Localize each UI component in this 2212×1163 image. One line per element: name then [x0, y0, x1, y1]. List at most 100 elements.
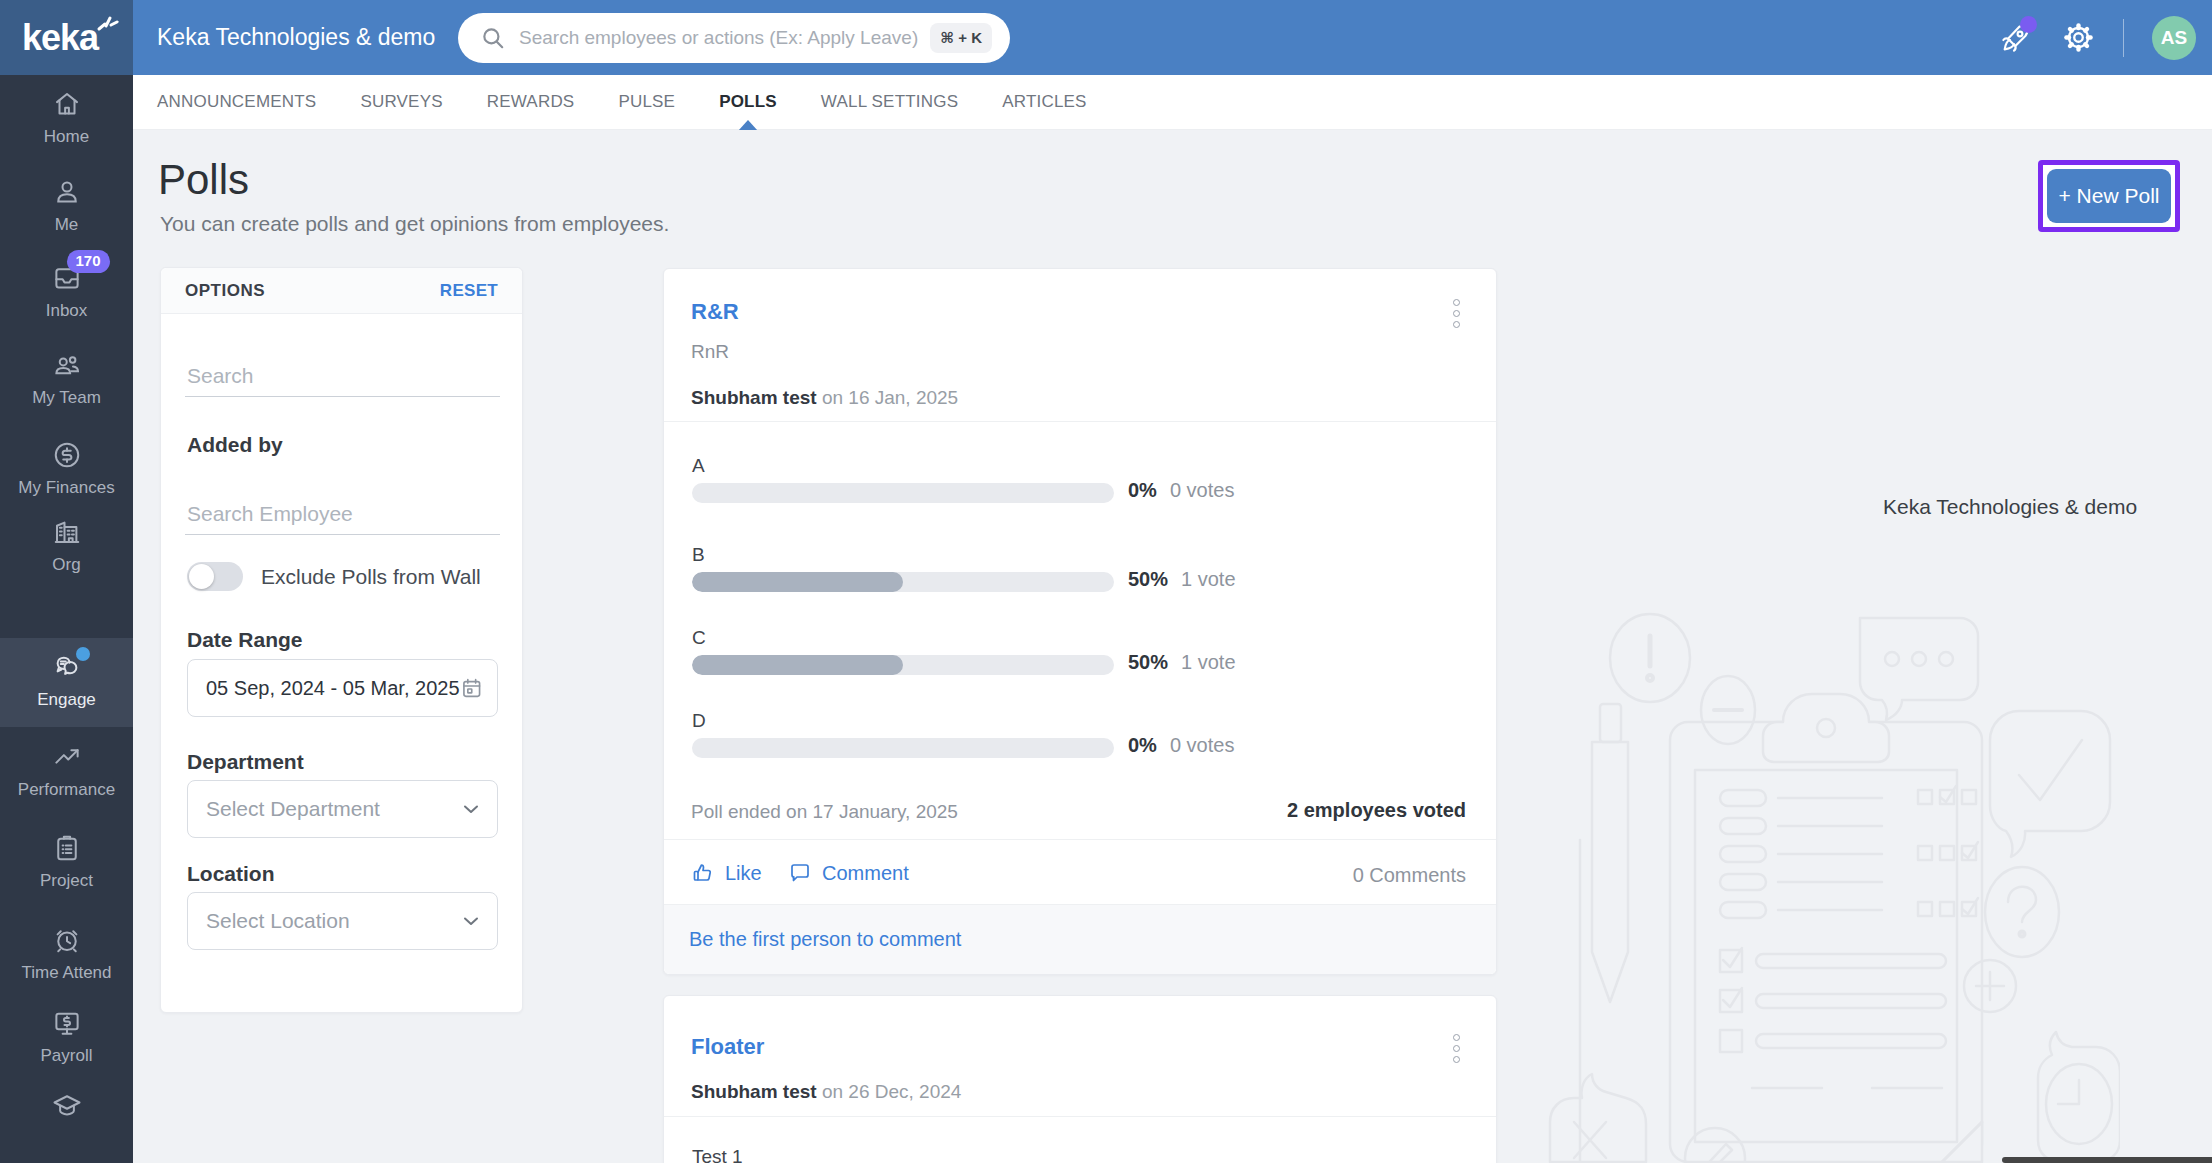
- sidebar-item-learn[interactable]: [0, 1090, 133, 1120]
- calendar-icon: [460, 675, 483, 701]
- comment-label: Comment: [822, 862, 909, 885]
- card-divider: [664, 839, 1496, 840]
- sidebar-item-me[interactable]: Me: [0, 177, 133, 235]
- toggle-knob: [189, 564, 214, 589]
- sidebar-item-org[interactable]: Org: [0, 517, 133, 575]
- filter-header-title: OPTIONS: [185, 281, 265, 301]
- poll-description: RnR: [691, 341, 729, 363]
- poll-author-name[interactable]: Shubham test: [691, 387, 817, 408]
- poll-author-name[interactable]: Shubham test: [691, 1081, 817, 1102]
- new-poll-annotation: + New Poll: [2038, 160, 2180, 232]
- me-icon: [52, 177, 82, 207]
- search-input[interactable]: [519, 27, 930, 49]
- user-avatar[interactable]: AS: [2152, 16, 2196, 60]
- filter-panel: OPTIONS RESET Added by Exclude Polls fro…: [160, 267, 523, 1013]
- page-subtitle: You can create polls and get opinions fr…: [160, 212, 669, 236]
- learn-icon: [52, 1090, 82, 1120]
- time-attend-icon: [52, 925, 82, 955]
- sidebar-item-payroll[interactable]: Payroll: [0, 1008, 133, 1066]
- sidebar-item-engage[interactable]: Engage: [0, 652, 133, 710]
- poll-date: on 16 Jan, 2025: [817, 387, 959, 408]
- filter-search-input[interactable]: [185, 358, 500, 397]
- thumbs-up-icon: [691, 861, 715, 885]
- poll-option-bar: [692, 655, 1114, 675]
- engage-tabs: ANNOUNCEMENTS SURVEYS REWARDS PULSE POLL…: [133, 75, 2212, 130]
- tab-pulse[interactable]: PULSE: [618, 75, 675, 130]
- my-finances-icon: [52, 440, 82, 470]
- tab-wall-settings[interactable]: WALL SETTINGS: [821, 75, 958, 130]
- poll-option-meta: 0%0 votes: [1128, 734, 1234, 757]
- poll-author-line: Shubham test on 16 Jan, 2025: [691, 387, 958, 409]
- exclude-polls-toggle[interactable]: [187, 562, 243, 591]
- tab-announcements[interactable]: ANNOUNCEMENTS: [157, 75, 316, 130]
- like-button[interactable]: Like: [691, 861, 762, 885]
- new-poll-button[interactable]: + New Poll: [2047, 169, 2171, 223]
- comments-count: 0 Comments: [1353, 864, 1466, 887]
- bottom-scroll-bar[interactable]: [2002, 1157, 2212, 1163]
- date-range-value: 05 Sep, 2024 - 05 Mar, 2025: [206, 677, 460, 700]
- card-divider: [664, 1116, 1496, 1117]
- poll-menu-kebab-icon[interactable]: [1453, 1034, 1460, 1063]
- top-bar: keka Keka Technologies & demo ⌘ + K AS: [0, 0, 2212, 75]
- date-range-input[interactable]: 05 Sep, 2024 - 05 Mar, 2025: [187, 659, 498, 717]
- poll-option-meta: 50%1 vote: [1128, 568, 1236, 591]
- exclude-polls-toggle-label: Exclude Polls from Wall: [261, 565, 481, 589]
- project-icon: [52, 833, 82, 863]
- poll-option-label: A: [692, 455, 705, 477]
- poll-option-bar: [692, 572, 1114, 592]
- tab-rewards[interactable]: REWARDS: [487, 75, 575, 130]
- card-divider: [664, 421, 1496, 422]
- poll-ended-text: Poll ended on 17 January, 2025: [691, 801, 958, 823]
- poll-author-line: Shubham test on 26 Dec, 2024: [691, 1081, 961, 1103]
- department-select-value: Select Department: [206, 797, 459, 821]
- whats-new-rocket-icon[interactable]: [1999, 21, 2033, 55]
- filter-reset-link[interactable]: RESET: [440, 281, 498, 301]
- poll-option-label: C: [692, 627, 706, 649]
- keka-logo[interactable]: keka: [0, 0, 133, 75]
- poll-date: on 26 Dec, 2024: [817, 1081, 962, 1102]
- sidebar-item-project[interactable]: Project: [0, 833, 133, 891]
- tab-surveys[interactable]: SURVEYS: [360, 75, 442, 130]
- main-content: Polls You can create polls and get opini…: [133, 130, 2212, 1163]
- poll-menu-kebab-icon[interactable]: [1453, 299, 1460, 328]
- engage-notification-dot: [76, 647, 90, 661]
- topbar-divider: [2123, 19, 2124, 57]
- location-label: Location: [187, 862, 275, 886]
- sidebar-item-my-team[interactable]: My Team: [0, 350, 133, 408]
- sidebar-item-my-finances[interactable]: My Finances: [0, 440, 133, 498]
- sidebar-nav: Home Me 170 Inbox My Team My Finances Or…: [0, 75, 133, 1163]
- comment-button[interactable]: Comment: [788, 861, 909, 885]
- global-search[interactable]: ⌘ + K: [458, 13, 1010, 63]
- rocket-notification-dot: [2020, 16, 2037, 33]
- filter-employee-input[interactable]: [185, 496, 500, 535]
- performance-icon: [52, 742, 82, 772]
- logo-spark-icon: [96, 12, 120, 32]
- poll-option-label: D: [692, 710, 706, 732]
- department-label: Department: [187, 750, 304, 774]
- location-select[interactable]: Select Location: [187, 892, 498, 950]
- poll-title[interactable]: R&R: [691, 299, 739, 325]
- keka-logo-text: keka: [22, 17, 98, 59]
- payroll-icon: [52, 1008, 82, 1038]
- poll-title[interactable]: Floater: [691, 1034, 764, 1060]
- sidebar-item-home[interactable]: Home: [0, 89, 133, 147]
- polls-watermark-illustration: [1530, 610, 2120, 1163]
- poll-option-meta: 50%1 vote: [1128, 651, 1236, 674]
- poll-option-bar: [692, 483, 1114, 503]
- sidebar-item-performance[interactable]: Performance: [0, 742, 133, 800]
- tab-articles[interactable]: ARTICLES: [1002, 75, 1086, 130]
- poll-card-rr: R&R RnR Shubham test on 16 Jan, 2025 A 0…: [663, 268, 1497, 975]
- chevron-down-icon: [459, 797, 483, 821]
- org-icon: [52, 517, 82, 547]
- sidebar-item-inbox[interactable]: 170 Inbox: [0, 263, 133, 321]
- department-select[interactable]: Select Department: [187, 780, 498, 838]
- sidebar-item-time-attend[interactable]: Time Attend: [0, 925, 133, 983]
- poll-card-floater: Floater Shubham test on 26 Dec, 2024 Tes…: [663, 995, 1497, 1163]
- first-comment-link[interactable]: Be the first person to comment: [664, 904, 1496, 974]
- settings-gear-icon[interactable]: [2061, 21, 2095, 55]
- tab-polls[interactable]: POLLS: [719, 75, 777, 130]
- added-by-label: Added by: [187, 433, 283, 457]
- location-select-value: Select Location: [206, 909, 459, 933]
- poll-question: Test 1: [692, 1146, 743, 1163]
- inbox-count-badge: 170: [67, 250, 110, 273]
